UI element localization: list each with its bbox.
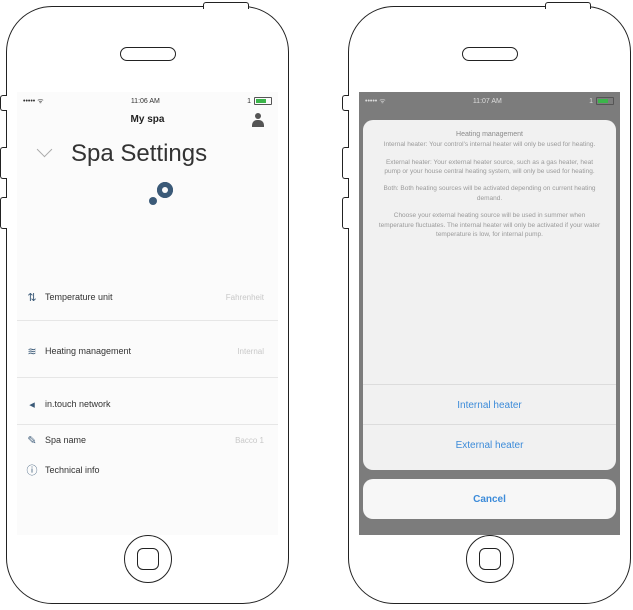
spa-name-icon: ✎ xyxy=(27,434,37,447)
heating-dialog-screen: ••••• ᯤ 11:07 AM 1 Heating management In… xyxy=(359,92,620,535)
settings-menu: ⇅ Temperature unit Fahrenheit ≋ Heating … xyxy=(17,280,278,485)
network-icon: ◂ xyxy=(29,398,35,411)
battery-icon xyxy=(596,97,614,105)
menu-item-heating-management[interactable]: ≋ Heating management Internal xyxy=(17,329,278,373)
sheet-paragraph: Choose your external heating source will… xyxy=(378,212,601,239)
action-sheet-title: Heating management xyxy=(456,131,523,138)
volume-up-button xyxy=(342,147,349,179)
mute-switch xyxy=(342,95,349,111)
home-button[interactable] xyxy=(123,535,172,583)
info-icon: ⓘ xyxy=(26,465,38,477)
menu-item-temperature-unit[interactable]: ⇅ Temperature unit Fahrenheit xyxy=(17,280,278,314)
sheet-paragraph: Both: Both heating sources will be activ… xyxy=(383,185,596,202)
nav-title: My spa xyxy=(130,114,165,125)
battery-icon xyxy=(254,97,272,105)
home-button[interactable] xyxy=(465,535,514,583)
external-heater-button[interactable]: External heater xyxy=(363,424,616,465)
internal-heater-button[interactable]: Internal heater xyxy=(363,384,616,425)
status-bar: ••••• ᯤ 11:07 AM 1 xyxy=(359,92,620,110)
volume-up-button xyxy=(0,147,7,179)
mute-switch xyxy=(0,95,7,111)
battery-area: 1 xyxy=(247,97,272,105)
user-icon[interactable] xyxy=(252,113,264,127)
volume-down-button xyxy=(0,197,7,229)
earpiece-speaker xyxy=(119,47,176,61)
nav-bar: My spa xyxy=(17,110,278,132)
menu-item-label: Spa name xyxy=(45,435,87,445)
phone-frame-right: ••••• ᯤ 11:07 AM 1 Heating management In… xyxy=(342,2,631,604)
menu-item-value: Fahrenheit xyxy=(225,292,264,302)
sheet-paragraph: External heater: Your external heater so… xyxy=(384,158,595,175)
gear-small-icon xyxy=(149,197,157,205)
cancel-button[interactable]: Cancel xyxy=(363,479,616,519)
menu-item-network[interactable]: ◂ in.touch network xyxy=(17,384,278,424)
heating-waves-icon: ≋ xyxy=(27,345,37,358)
earpiece-speaker xyxy=(461,47,518,61)
carrier-signal: ••••• ᯤ xyxy=(23,97,44,105)
power-button xyxy=(203,2,249,9)
home-square-icon xyxy=(136,548,159,570)
status-time: 11:07 AM xyxy=(472,97,502,105)
status-time: 11:06 AM xyxy=(130,97,160,105)
carrier-signal: ••••• ᯤ xyxy=(365,97,386,105)
status-bar: ••••• ᯤ 11:06 AM 1 xyxy=(17,92,278,110)
divider xyxy=(17,377,278,378)
battery-percent: 1 xyxy=(589,97,593,105)
gear-large-icon xyxy=(157,182,173,198)
divider xyxy=(17,320,278,321)
menu-item-value: Bacco 1 xyxy=(235,435,264,445)
battery-area: 1 xyxy=(589,97,614,105)
action-sheet: Heating management Internal heater: Your… xyxy=(363,120,616,470)
menu-item-spa-name[interactable]: ✎ Spa name Bacco 1 xyxy=(17,425,278,455)
thermometer-icon: ⇅ xyxy=(27,291,37,304)
menu-item-label: Technical info xyxy=(45,465,100,475)
page-header: Spa Settings xyxy=(17,138,278,172)
menu-item-label: Heating management xyxy=(45,346,132,356)
phone-frame-left: ••••• ᯤ 11:06 AM 1 My spa Spa Settings ⇅… xyxy=(0,2,289,604)
power-button xyxy=(545,2,591,9)
spa-settings-screen: ••••• ᯤ 11:06 AM 1 My spa Spa Settings ⇅… xyxy=(17,92,278,535)
page-title: Spa Settings xyxy=(71,140,208,167)
settings-gears-icon xyxy=(17,172,278,228)
menu-item-label: in.touch network xyxy=(45,399,111,409)
action-sheet-message: Heating management Internal heater: Your… xyxy=(363,120,616,240)
menu-item-value: Internal xyxy=(237,346,264,356)
chevron-down-icon[interactable] xyxy=(36,141,53,158)
battery-percent: 1 xyxy=(247,97,251,105)
volume-down-button xyxy=(342,197,349,229)
menu-item-label: Temperature unit xyxy=(45,292,113,302)
sheet-paragraph: Internal heater: Your control's internal… xyxy=(383,141,596,149)
home-square-icon xyxy=(478,548,501,570)
menu-item-technical-info[interactable]: ⓘ Technical info xyxy=(17,455,278,485)
